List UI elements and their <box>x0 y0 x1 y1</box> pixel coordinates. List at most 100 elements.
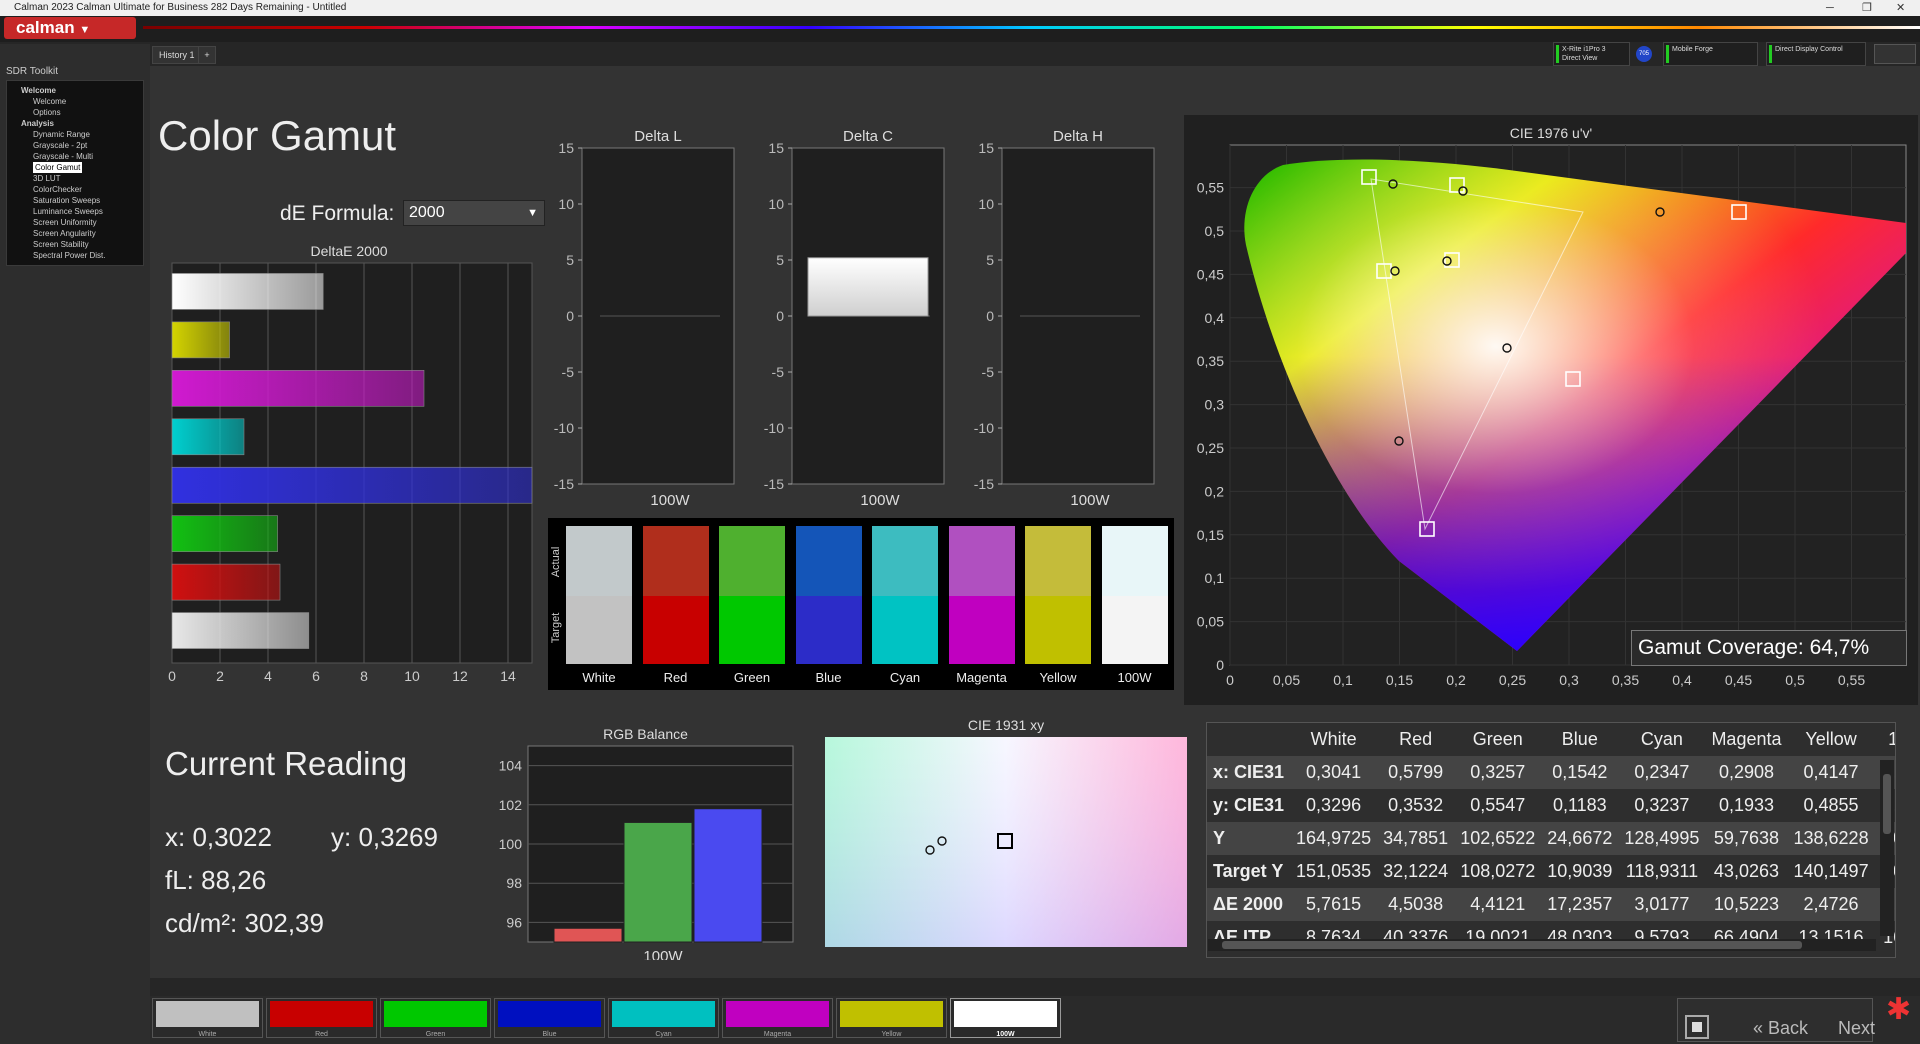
tree-item[interactable]: Welcome <box>33 96 143 107</box>
patch-color <box>954 1001 1057 1027</box>
minimize-icon[interactable]: ─ <box>1826 0 1834 16</box>
table-row: Target Y 151,0535 32,1224 108,0272 10,9039 11… <box>1207 855 1895 888</box>
stop-icon[interactable] <box>1685 1015 1709 1039</box>
back-button[interactable]: « Back <box>1753 1018 1808 1039</box>
cie-xtick: 0,15 <box>1386 672 1413 688</box>
tree-item[interactable]: 3D LUT <box>33 173 143 184</box>
deltae-xtick: 8 <box>360 668 368 684</box>
column-header: White <box>1310 729 1357 749</box>
patch-button[interactable]: Blue <box>494 998 605 1038</box>
deltae-xtick: 4 <box>264 668 272 684</box>
table-cell: 151,0535 <box>1296 861 1372 881</box>
scroll-thumb[interactable] <box>1222 941 1802 949</box>
tree-item[interactable]: Luminance Sweeps <box>33 206 143 217</box>
de-formula-select[interactable]: 2000 ▼ <box>403 200 545 226</box>
patch-button[interactable]: Yellow <box>836 998 947 1038</box>
cie-ytick: 0,3 <box>1205 397 1225 413</box>
source-selector[interactable]: Mobile Forge <box>1663 42 1758 66</box>
measurement-table: WhiteRedGreenBlueCyanMagentaYellow1x: CI… <box>1206 722 1896 958</box>
patch-color <box>498 1001 601 1027</box>
table-cell: 0,3041 <box>1290 756 1378 789</box>
table-horizontal-scrollbar[interactable] <box>1208 939 1876 951</box>
tree-item[interactable]: Screen Uniformity <box>33 217 143 228</box>
tree-item-label: Options <box>33 108 61 117</box>
display-selector[interactable]: Direct Display Control <box>1766 42 1866 66</box>
title-bar: Calman 2023 Calman Ultimate for Business… <box>0 0 1920 16</box>
column-header: Blue <box>1561 729 1598 749</box>
tree-item[interactable]: ColorChecker <box>33 184 143 195</box>
add-tab-button[interactable]: + <box>198 46 216 64</box>
back-label: Back <box>1768 1018 1809 1038</box>
swatch-target <box>1101 596 1168 664</box>
tree-item-label: Screen Uniformity <box>33 218 97 227</box>
tree-item[interactable]: Screen Stability <box>33 239 143 250</box>
meter-selector[interactable]: X-Rite i1Pro 3 Direct View <box>1553 42 1630 66</box>
left-panel: SDR Toolkit Welcome Welcome Options Analysi… <box>0 44 150 1044</box>
table-cell: 0,1933 <box>1718 795 1774 815</box>
cie-xtick: 0,4 <box>1672 672 1692 688</box>
scroll-thumb[interactable] <box>1883 774 1891 834</box>
cie-ytick: 0,5 <box>1205 223 1225 239</box>
tree-item-label: Screen Angularity <box>33 229 96 238</box>
tree-item[interactable]: Dynamic Range <box>33 129 143 140</box>
app-menu-button[interactable]: calman ▼ <box>4 17 136 39</box>
swatch-label: 100W <box>1117 670 1152 685</box>
restore-icon[interactable]: ❐ <box>1862 0 1872 16</box>
delta-ytick: 10 <box>978 196 994 212</box>
de-formula-value: 2000 <box>409 204 445 221</box>
cie-ytick: 0,05 <box>1197 614 1224 630</box>
patch-button[interactable]: 100W <box>950 998 1061 1038</box>
table-vertical-scrollbar[interactable] <box>1880 760 1894 936</box>
swatch-label: Blue <box>815 670 842 685</box>
close-icon[interactable]: ✕ <box>1896 0 1905 16</box>
deltae-bar <box>171 563 281 601</box>
table-cell: 128,4995 <box>1618 822 1706 855</box>
swatch-actual <box>719 526 785 596</box>
tab-history[interactable]: History 1 <box>152 46 202 64</box>
tree-item[interactable]: Welcome <box>21 85 143 96</box>
tree-item[interactable]: Screen Angularity <box>33 228 143 239</box>
window-title: Calman 2023 Calman Ultimate for Business… <box>14 2 347 13</box>
patch-button[interactable]: Green <box>380 998 491 1038</box>
table-cell: 17,2357 <box>1541 888 1619 921</box>
tree-item[interactable]: Options <box>33 107 143 118</box>
cie1931-chart <box>825 737 1187 947</box>
deltae-xtick: 0 <box>168 668 176 684</box>
meter-badge[interactable]: 705 <box>1636 46 1652 62</box>
delta-bar <box>807 257 929 317</box>
patch-button[interactable]: Cyan <box>608 998 719 1038</box>
cie-xtick: 0,1 <box>1333 672 1353 688</box>
column-header: Magenta <box>1711 729 1782 749</box>
swatch-target <box>719 596 785 664</box>
tree-item[interactable]: Saturation Sweeps <box>33 195 143 206</box>
tree-item[interactable]: Color Gamut <box>33 162 143 173</box>
patch-button[interactable]: White <box>152 998 263 1038</box>
tree-item[interactable]: Analysis <box>21 118 143 129</box>
reading-cdm2: cd/m²: 302,39 <box>165 908 324 938</box>
cie-xtick: 0,05 <box>1273 672 1300 688</box>
patch-color <box>156 1001 259 1027</box>
settings-icon[interactable] <box>1874 44 1916 64</box>
table-cell: 2,4726 <box>1787 888 1875 921</box>
tree-item-label: Welcome <box>33 97 67 106</box>
tree-item[interactable]: Grayscale - Multi <box>33 151 143 162</box>
table-cell: 3,0177 <box>1618 888 1706 921</box>
delta-xlabel: 100W <box>860 492 900 508</box>
table-cell: 24,6672 <box>1541 822 1619 855</box>
tree-item[interactable]: Grayscale - 2pt <box>33 140 143 151</box>
cie-ytick: 0,45 <box>1197 266 1224 282</box>
table-cell: 0,3532 <box>1388 795 1444 815</box>
swatch-label: Green <box>733 670 771 685</box>
patch-button[interactable]: Magenta <box>722 998 833 1038</box>
next-button[interactable]: Next <box>1838 1018 1875 1039</box>
table-cell: 0,2908 <box>1705 756 1788 789</box>
deltae-bar <box>171 466 533 504</box>
asterisk-icon[interactable]: ✱ <box>1886 992 1911 1027</box>
cie-ytick: 0,25 <box>1197 440 1224 456</box>
gamut-coverage-label: Gamut Coverage: <box>1638 636 1804 659</box>
cie-xtick: 0 <box>1226 672 1234 688</box>
patch-button[interactable]: Red <box>266 998 377 1038</box>
tree-item[interactable]: Spectral Power Dist. <box>33 250 143 261</box>
swatch-actual <box>566 526 632 596</box>
current-reading-title: Current Reading <box>165 745 408 782</box>
